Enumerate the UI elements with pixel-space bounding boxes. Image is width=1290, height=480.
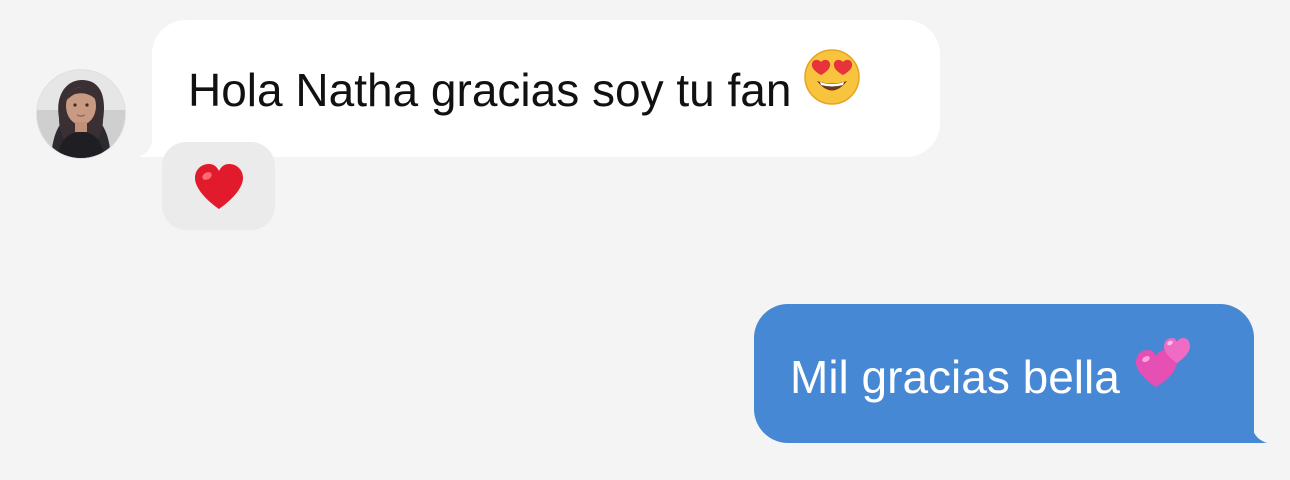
sender-avatar[interactable]: [37, 70, 125, 158]
avatar-photo-icon: [37, 70, 125, 158]
incoming-message-text: Hola Natha gracias soy tu fan: [188, 64, 792, 116]
outgoing-message-bubble[interactable]: Mil gracias bella: [754, 304, 1254, 443]
two-hearts-emoji-icon: [1132, 304, 1192, 450]
heart-eyes-emoji-icon: [803, 20, 861, 160]
message-reaction[interactable]: [162, 142, 275, 230]
chat-thread: Hola Natha gracias soy tu fan Mil gracia…: [0, 0, 1290, 480]
outgoing-message: Mil gracias bella: [790, 304, 1192, 443]
incoming-message: Hola Natha gracias soy tu fan: [188, 20, 861, 157]
incoming-message-bubble[interactable]: Hola Natha gracias soy tu fan: [152, 20, 940, 157]
outgoing-message-text: Mil gracias bella: [790, 351, 1120, 403]
red-heart-icon: [195, 164, 243, 209]
